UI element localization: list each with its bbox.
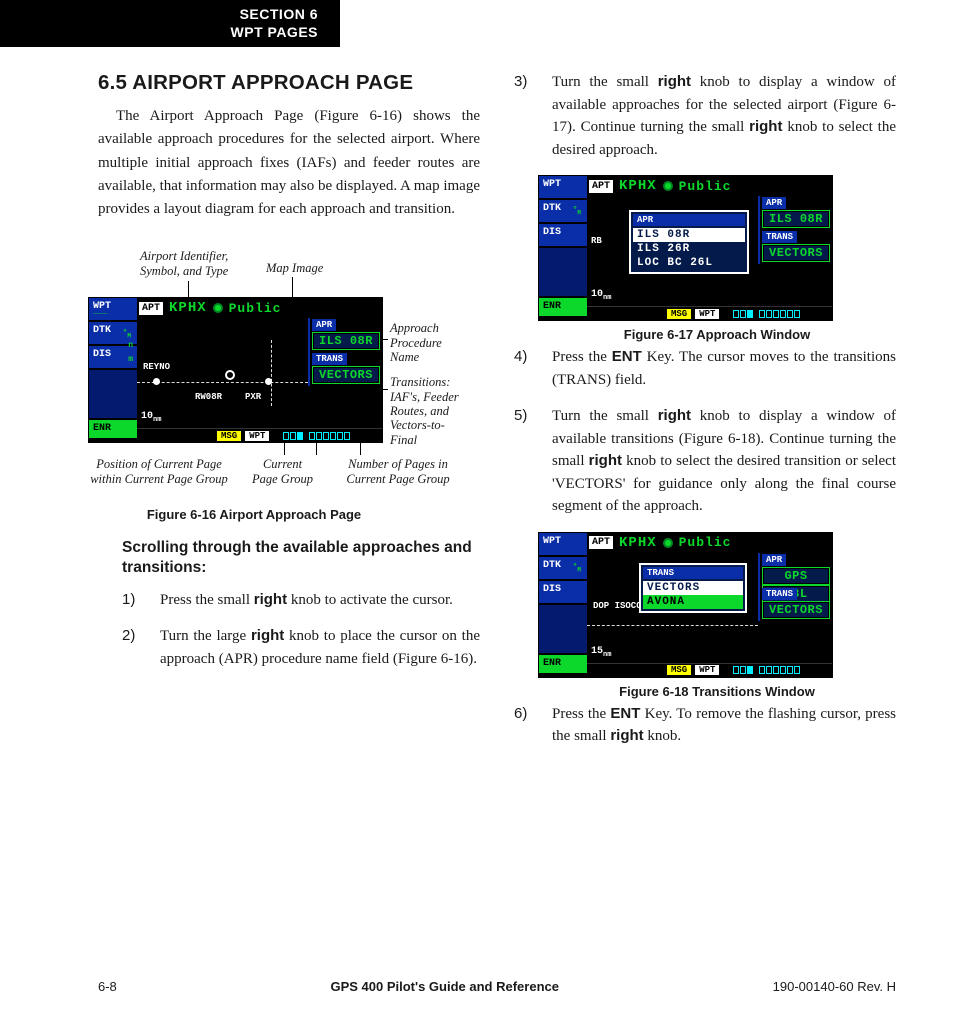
page-footer: 6-8 GPS 400 Pilot's Guide and Reference … <box>98 979 896 994</box>
figure-6-18: WPT DTK°M DIS ENR APT KPHX Public DOP IS… <box>538 532 896 699</box>
step-6: 6)Press the ENT Key. To remove the flash… <box>514 703 896 748</box>
step-5: 5)Turn the small right knob to display a… <box>514 405 896 518</box>
gps-screen-6-16: WPT___ DTK°M DISnm ENR APT KPHX Public <box>88 297 383 443</box>
callout-transitions: Transitions: IAF's, Feeder Routes, and V… <box>390 375 468 447</box>
gps-screen-6-17: WPT DTK°M DIS ENR APT KPHX Public RB 10n… <box>538 175 833 321</box>
instruction-heading: Scrolling through the available approach… <box>122 538 480 578</box>
steps-left: 1)Press the small right knob to activate… <box>122 589 480 671</box>
tab-line1: SECTION 6 <box>40 6 318 24</box>
footer-title: GPS 400 Pilot's Guide and Reference <box>330 979 559 994</box>
left-column: 6.5 AIRPORT APPROACH PAGE The Airport Ap… <box>98 71 480 762</box>
step-2: 2)Turn the large right knob to place the… <box>122 625 480 670</box>
callout-apr-name: Approach Procedure Name <box>390 321 442 364</box>
figure-6-16-caption: Figure 6-16 Airport Approach Page <box>28 507 480 522</box>
page-body: 6.5 AIRPORT APPROACH PAGE The Airport Ap… <box>0 47 954 762</box>
step-3: 3)Turn the small right knob to display a… <box>514 71 896 161</box>
figure-6-18-caption: Figure 6-18 Transitions Window <box>538 684 896 699</box>
figure-6-16: Airport Identifier, Symbol, and Type Map… <box>88 231 480 522</box>
steps-right-top: 3)Turn the small right knob to display a… <box>514 71 896 161</box>
steps-right-mid: 4)Press the ENT Key. The cursor moves to… <box>514 346 896 518</box>
apr-value: ILS 08R <box>312 332 380 350</box>
callout-page-position: Position of Current Page within Current … <box>84 457 234 486</box>
apr-label: APR <box>312 319 336 331</box>
gps-screen-6-18: WPT DTK°M DIS ENR APT KPHX Public DOP IS… <box>538 532 833 678</box>
airport-type: Public <box>229 301 282 316</box>
callout-page-group: Current Page Group <box>252 457 313 486</box>
page-number: 6-8 <box>98 979 117 994</box>
airport-ident: KPHX <box>169 300 207 316</box>
page-position-icon <box>283 432 303 440</box>
popup-item-sel: ILS 08R <box>633 228 745 242</box>
map-scale: 10nm <box>141 411 161 424</box>
side-enr: ENR <box>89 420 137 440</box>
page-group: WPT <box>245 431 269 441</box>
right-column: 3)Turn the small right knob to display a… <box>514 71 896 762</box>
airport-symbol-icon <box>213 303 223 313</box>
trans-popup: TRANS VECTORS AVONA <box>639 563 747 613</box>
figure-6-17: WPT DTK°M DIS ENR APT KPHX Public RB 10n… <box>538 175 896 342</box>
intro-paragraph: The Airport Approach Page (Figure 6-16) … <box>98 105 480 221</box>
trans-value: VECTORS <box>312 366 380 384</box>
steps-right-end: 6)Press the ENT Key. To remove the flash… <box>514 703 896 748</box>
section-tab: SECTION 6 WPT PAGES <box>0 0 340 47</box>
page-count-icon <box>309 432 350 440</box>
step-4: 4)Press the ENT Key. The cursor moves to… <box>514 346 896 391</box>
trans-label: TRANS <box>312 353 347 365</box>
map-rw: RW08R <box>195 392 222 402</box>
map-pxr: PXR <box>245 392 261 402</box>
callout-page-count: Number of Pages in Current Page Group <box>338 457 458 486</box>
figure-6-17-caption: Figure 6-17 Approach Window <box>538 327 896 342</box>
side-wpt: WPT___ <box>89 298 137 322</box>
map-reyno: REYNO <box>143 362 170 372</box>
section-heading: 6.5 AIRPORT APPROACH PAGE <box>98 71 480 95</box>
callout-airport-id: Airport Identifier, Symbol, and Type <box>140 249 228 278</box>
approach-popup: APR ILS 08R ILS 26R LOC BC 26L <box>629 210 749 274</box>
step-1: 1)Press the small right knob to activate… <box>122 589 480 612</box>
map-area: REYNO RW08R PXR 10nm <box>137 318 308 428</box>
msg-indicator: MSG <box>217 431 241 441</box>
side-dis: DISnm <box>89 346 137 370</box>
footer-rev: 190-00140-60 Rev. H <box>773 979 896 994</box>
apt-label: APT <box>139 302 163 315</box>
callout-map-image: Map Image <box>266 261 323 275</box>
tab-line2: WPT PAGES <box>40 24 318 42</box>
